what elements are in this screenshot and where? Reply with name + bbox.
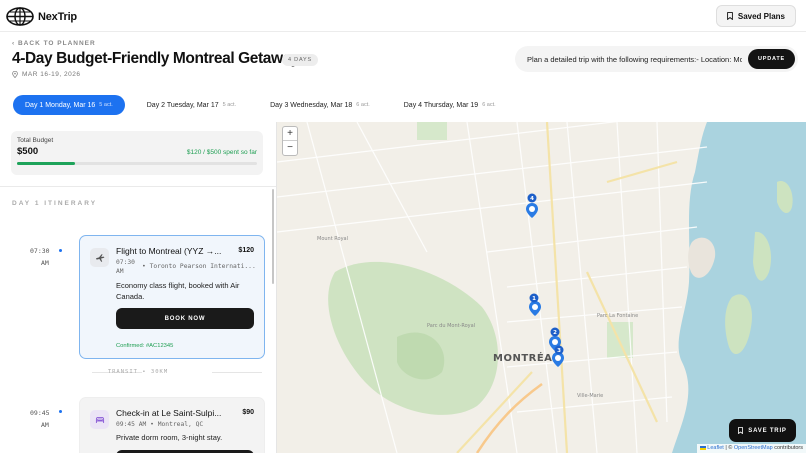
- activity-description: Private dorm room, 3-night stay.: [116, 433, 223, 442]
- budget-value: $500: [17, 146, 39, 157]
- svg-text:2: 2: [553, 330, 557, 336]
- svg-text:3: 3: [557, 348, 561, 354]
- map-street-label: Parc La Fontaine: [597, 313, 638, 319]
- tab-day-1[interactable]: Day 1 Monday, Mar 16 5 act.: [13, 95, 125, 115]
- airplane-icon: [95, 253, 104, 262]
- attribution-separator: | ©: [725, 445, 733, 451]
- activity-title: Flight to Montreal (YYZ →...: [116, 246, 222, 256]
- tab-count: 5 act.: [99, 102, 113, 108]
- item-time: 07:30 AM: [30, 245, 50, 269]
- globe-icon: [6, 7, 34, 26]
- activity-title: Check-in at Le Saint-Sulpi...: [116, 408, 222, 418]
- days-badge: 4 DAYS: [282, 54, 318, 66]
- saved-plans-label: Saved Plans: [737, 11, 785, 21]
- prompt-bar: Plan a detailed trip with the following …: [515, 46, 798, 72]
- saved-plans-button[interactable]: Saved Plans: [715, 5, 796, 27]
- activity-icon-box: [90, 248, 109, 267]
- prompt-input[interactable]: Plan a detailed trip with the following …: [527, 55, 742, 64]
- activity-card[interactable]: Flight to Montreal (YYZ →... $120 07:30 …: [79, 235, 265, 359]
- svg-text:4: 4: [530, 196, 534, 202]
- activity-meta-time: 07:30: [116, 259, 135, 266]
- sidebar-scrollbar[interactable]: [272, 189, 274, 284]
- timeline-dot: [59, 249, 62, 252]
- page-title: 4-Day Budget-Friendly Montreal Getaway: [12, 50, 300, 67]
- tab-count: 6 act.: [356, 102, 370, 108]
- activity-card[interactable]: Check-in at Le Saint-Sulpi... $90 09:45 …: [79, 397, 265, 453]
- save-trip-label: SAVE TRIP: [748, 427, 787, 434]
- zoom-in-button[interactable]: +: [283, 127, 297, 141]
- save-trip-button[interactable]: SAVE TRIP: [729, 419, 796, 442]
- location-pin-icon: [12, 71, 18, 78]
- bed-icon: [95, 416, 104, 423]
- park-area: [417, 122, 447, 140]
- activity-meta: 09:45 AM • Montreal, QC: [116, 421, 204, 428]
- dates-text: MAR 16-19, 2026: [22, 71, 81, 78]
- item-time-hour: 07:30: [30, 247, 50, 255]
- budget-card: Total Budget $500 $120 / $500 spent so f…: [11, 131, 263, 175]
- tab-day-2[interactable]: Day 2 Tuesday, Mar 17 5 act.: [135, 95, 248, 115]
- attribution-contributors: contributors: [774, 445, 803, 451]
- activity-icon-box: [90, 410, 109, 429]
- tab-count: 5 act.: [222, 102, 237, 108]
- map-marker-1: 1: [529, 293, 541, 316]
- map-panel[interactable]: Mount Royal Parc du Mont-Royal Parc La F…: [276, 122, 806, 453]
- back-to-planner-link[interactable]: ‹ BACK TO PLANNER: [12, 40, 96, 47]
- activity-meta: 07:30 • Toronto Pearson Internati... AM: [116, 258, 260, 276]
- activity-description: Economy class flight, booked with Air Ca…: [116, 281, 240, 301]
- budget-progress-bar: [17, 162, 257, 165]
- activity-price: $120: [238, 247, 254, 254]
- chevron-left-icon: ‹: [12, 40, 16, 47]
- tab-label: Day 3 Wednesday, Mar 18: [270, 101, 353, 109]
- app-name: NexTrip: [38, 10, 77, 23]
- budget-spent: $120 / $500 spent so far: [186, 149, 257, 156]
- update-button[interactable]: UPDATE: [747, 49, 795, 69]
- tab-day-4[interactable]: Day 4 Thursday, Mar 19 6 act.: [392, 95, 508, 115]
- activity-meta-place: • Toronto Pearson Internati...: [142, 263, 256, 270]
- zoom-out-button[interactable]: −: [283, 141, 297, 155]
- leaflet-link[interactable]: Leaflet: [707, 445, 724, 451]
- item-time-ampm: AM: [41, 259, 49, 267]
- trip-dates: MAR 16-19, 2026: [12, 71, 80, 78]
- bookmark-icon: [727, 12, 733, 20]
- transit-line: [212, 372, 262, 373]
- item-time-ampm: AM: [41, 421, 49, 429]
- map-street-label: Mount Royal: [317, 236, 348, 242]
- itinerary-heading: DAY 1 ITINERARY: [12, 200, 98, 207]
- tab-count: 6 act.: [482, 102, 496, 108]
- tab-label: Day 4 Thursday, Mar 19: [403, 101, 479, 109]
- budget-progress-fill: [17, 162, 75, 165]
- map-attribution: Leaflet | © OpenStreetMap contributors: [696, 444, 806, 453]
- map-street-label: Ville-Marie: [577, 393, 603, 399]
- item-time: 09:45 AM: [30, 407, 50, 431]
- map-canvas[interactable]: Mount Royal Parc du Mont-Royal Parc La F…: [277, 122, 806, 453]
- item-time-hour: 09:45: [30, 409, 50, 417]
- map-zoom-control: + −: [282, 126, 298, 156]
- svg-text:1: 1: [532, 296, 536, 302]
- ukraine-flag-icon: [699, 445, 706, 450]
- back-label: BACK TO PLANNER: [17, 40, 96, 47]
- book-now-button[interactable]: BOOK NOW: [116, 308, 254, 329]
- top-bar: NexTrip Saved Plans: [0, 0, 806, 32]
- itinerary-sidebar: Total Budget $500 $120 / $500 spent so f…: [0, 122, 276, 453]
- osm-link[interactable]: OpenStreetMap: [734, 445, 773, 451]
- tab-label: Day 1 Monday, Mar 16: [25, 101, 96, 109]
- divider: [0, 186, 276, 187]
- confirmation-text: Confirmed: #AC12345: [116, 343, 174, 349]
- tab-day-3[interactable]: Day 3 Wednesday, Mar 18 6 act.: [258, 95, 382, 115]
- bookmark-icon: [738, 427, 744, 434]
- budget-label: Total Budget: [17, 137, 54, 144]
- timeline-dot: [59, 410, 62, 413]
- map-street-label: Parc du Mont-Royal: [427, 323, 475, 329]
- app-logo[interactable]: NexTrip: [6, 7, 77, 26]
- map-city-label: MONTRÉAL: [493, 351, 559, 364]
- activity-price: $90: [242, 409, 254, 416]
- st-lawrence-river: [672, 122, 806, 453]
- tab-label: Day 2 Tuesday, Mar 17: [146, 101, 219, 109]
- day-tabs: Day 1 Monday, Mar 16 5 act. Day 2 Tuesda…: [13, 95, 508, 115]
